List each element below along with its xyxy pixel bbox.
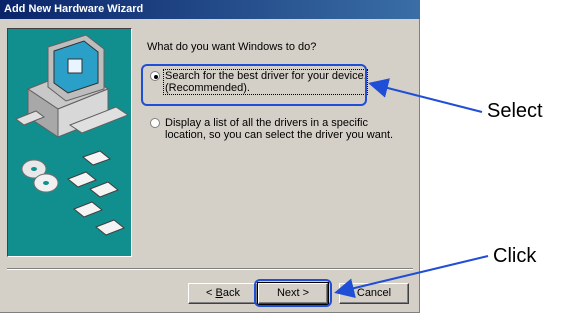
annotation-click: Click	[493, 245, 537, 267]
annotation-arrows	[334, 78, 489, 298]
arrow-to-next	[334, 255, 489, 298]
annotation-select: Select	[487, 100, 543, 122]
arrow-to-option	[368, 78, 483, 113]
